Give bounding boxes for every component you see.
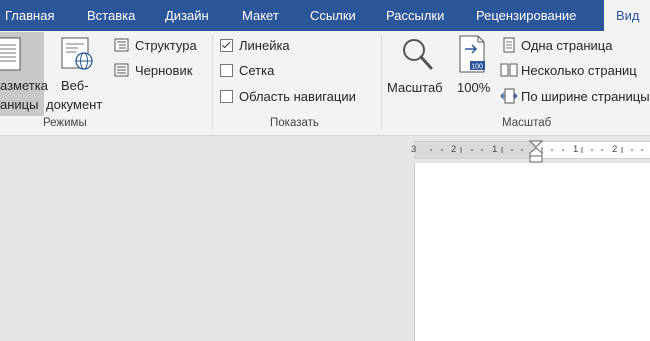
outline-icon [114, 38, 129, 52]
ribbon-view: азметка аницы Веб- документ Структура Че… [0, 31, 650, 136]
print-layout-label-1: азметка [0, 78, 48, 93]
grid-label: Сетка [239, 62, 275, 78]
one-page-icon [503, 37, 515, 53]
one-page-label: Одна страница [521, 37, 613, 53]
tab-references[interactable]: Ссылки [310, 0, 356, 31]
zoom-100-icon: 100 [459, 35, 485, 73]
zoom-button[interactable]: Масштаб [385, 32, 449, 116]
web-layout-icon [61, 37, 93, 70]
document-page[interactable] [414, 163, 650, 341]
web-layout-label-2: документ [46, 97, 103, 112]
grid-checkbox[interactable]: Сетка [220, 59, 274, 81]
page-width-icon [500, 88, 518, 104]
tab-insert[interactable]: Вставка [87, 0, 135, 31]
horizontal-ruler[interactable]: 3 2 1 1 2 [411, 140, 650, 163]
web-layout-label-1: Веб- [61, 78, 89, 93]
zoom-100-label: 100% [457, 80, 491, 95]
group-label-show: Показать [270, 117, 319, 129]
ruler-check-icon [220, 38, 233, 52]
tab-home[interactable]: Главная [5, 0, 54, 31]
draft-icon [114, 63, 129, 77]
group-divider [381, 35, 382, 129]
multiple-pages-icon [500, 63, 518, 77]
tab-view[interactable]: Вид [604, 0, 650, 32]
tab-review[interactable]: Рецензирование [476, 0, 576, 31]
print-layout-label-2: аницы [0, 97, 39, 112]
tab-mailings[interactable]: Рассылки [386, 0, 444, 31]
ruler-checkbox[interactable]: Линейка [220, 34, 290, 56]
draft-label: Черновик [135, 62, 193, 78]
zoom-100-button[interactable]: 100 100% [452, 32, 494, 116]
group-label-zoom: Масштаб [502, 117, 552, 129]
navigation-pane-checkbox[interactable]: Область навигации [220, 85, 356, 107]
outline-button[interactable]: Структура [114, 34, 197, 56]
zoom-label: Масштаб [387, 80, 443, 95]
one-page-button[interactable]: Одна страница [502, 34, 612, 56]
grid-check-icon [220, 63, 233, 77]
multiple-pages-label: Несколько страниц [521, 62, 637, 78]
page-width-label: По ширине страницы [521, 88, 650, 104]
magnifier-icon [403, 39, 433, 70]
tab-layout[interactable]: Макет [242, 0, 279, 31]
page-width-button[interactable]: По ширине страницы [500, 85, 650, 107]
navigation-check-icon [220, 89, 233, 103]
tab-design[interactable]: Дизайн [165, 0, 209, 31]
group-divider [212, 35, 213, 129]
draft-button[interactable]: Черновик [114, 59, 192, 81]
group-label-modes: Режимы [43, 117, 87, 129]
web-layout-button[interactable]: Веб- документ [46, 32, 110, 116]
svg-text:100: 100 [471, 64, 483, 71]
ribbon-tab-bar: Главная Вставка Дизайн Макет Ссылки Расс… [0, 0, 650, 32]
multiple-pages-button[interactable]: Несколько страниц [500, 59, 637, 81]
navigation-pane-label: Область навигации [239, 88, 356, 104]
ruler-label: Линейка [239, 37, 290, 53]
outline-label: Структура [135, 37, 197, 53]
page-layout-icon [0, 37, 21, 71]
indent-marker-icon[interactable] [529, 140, 543, 164]
